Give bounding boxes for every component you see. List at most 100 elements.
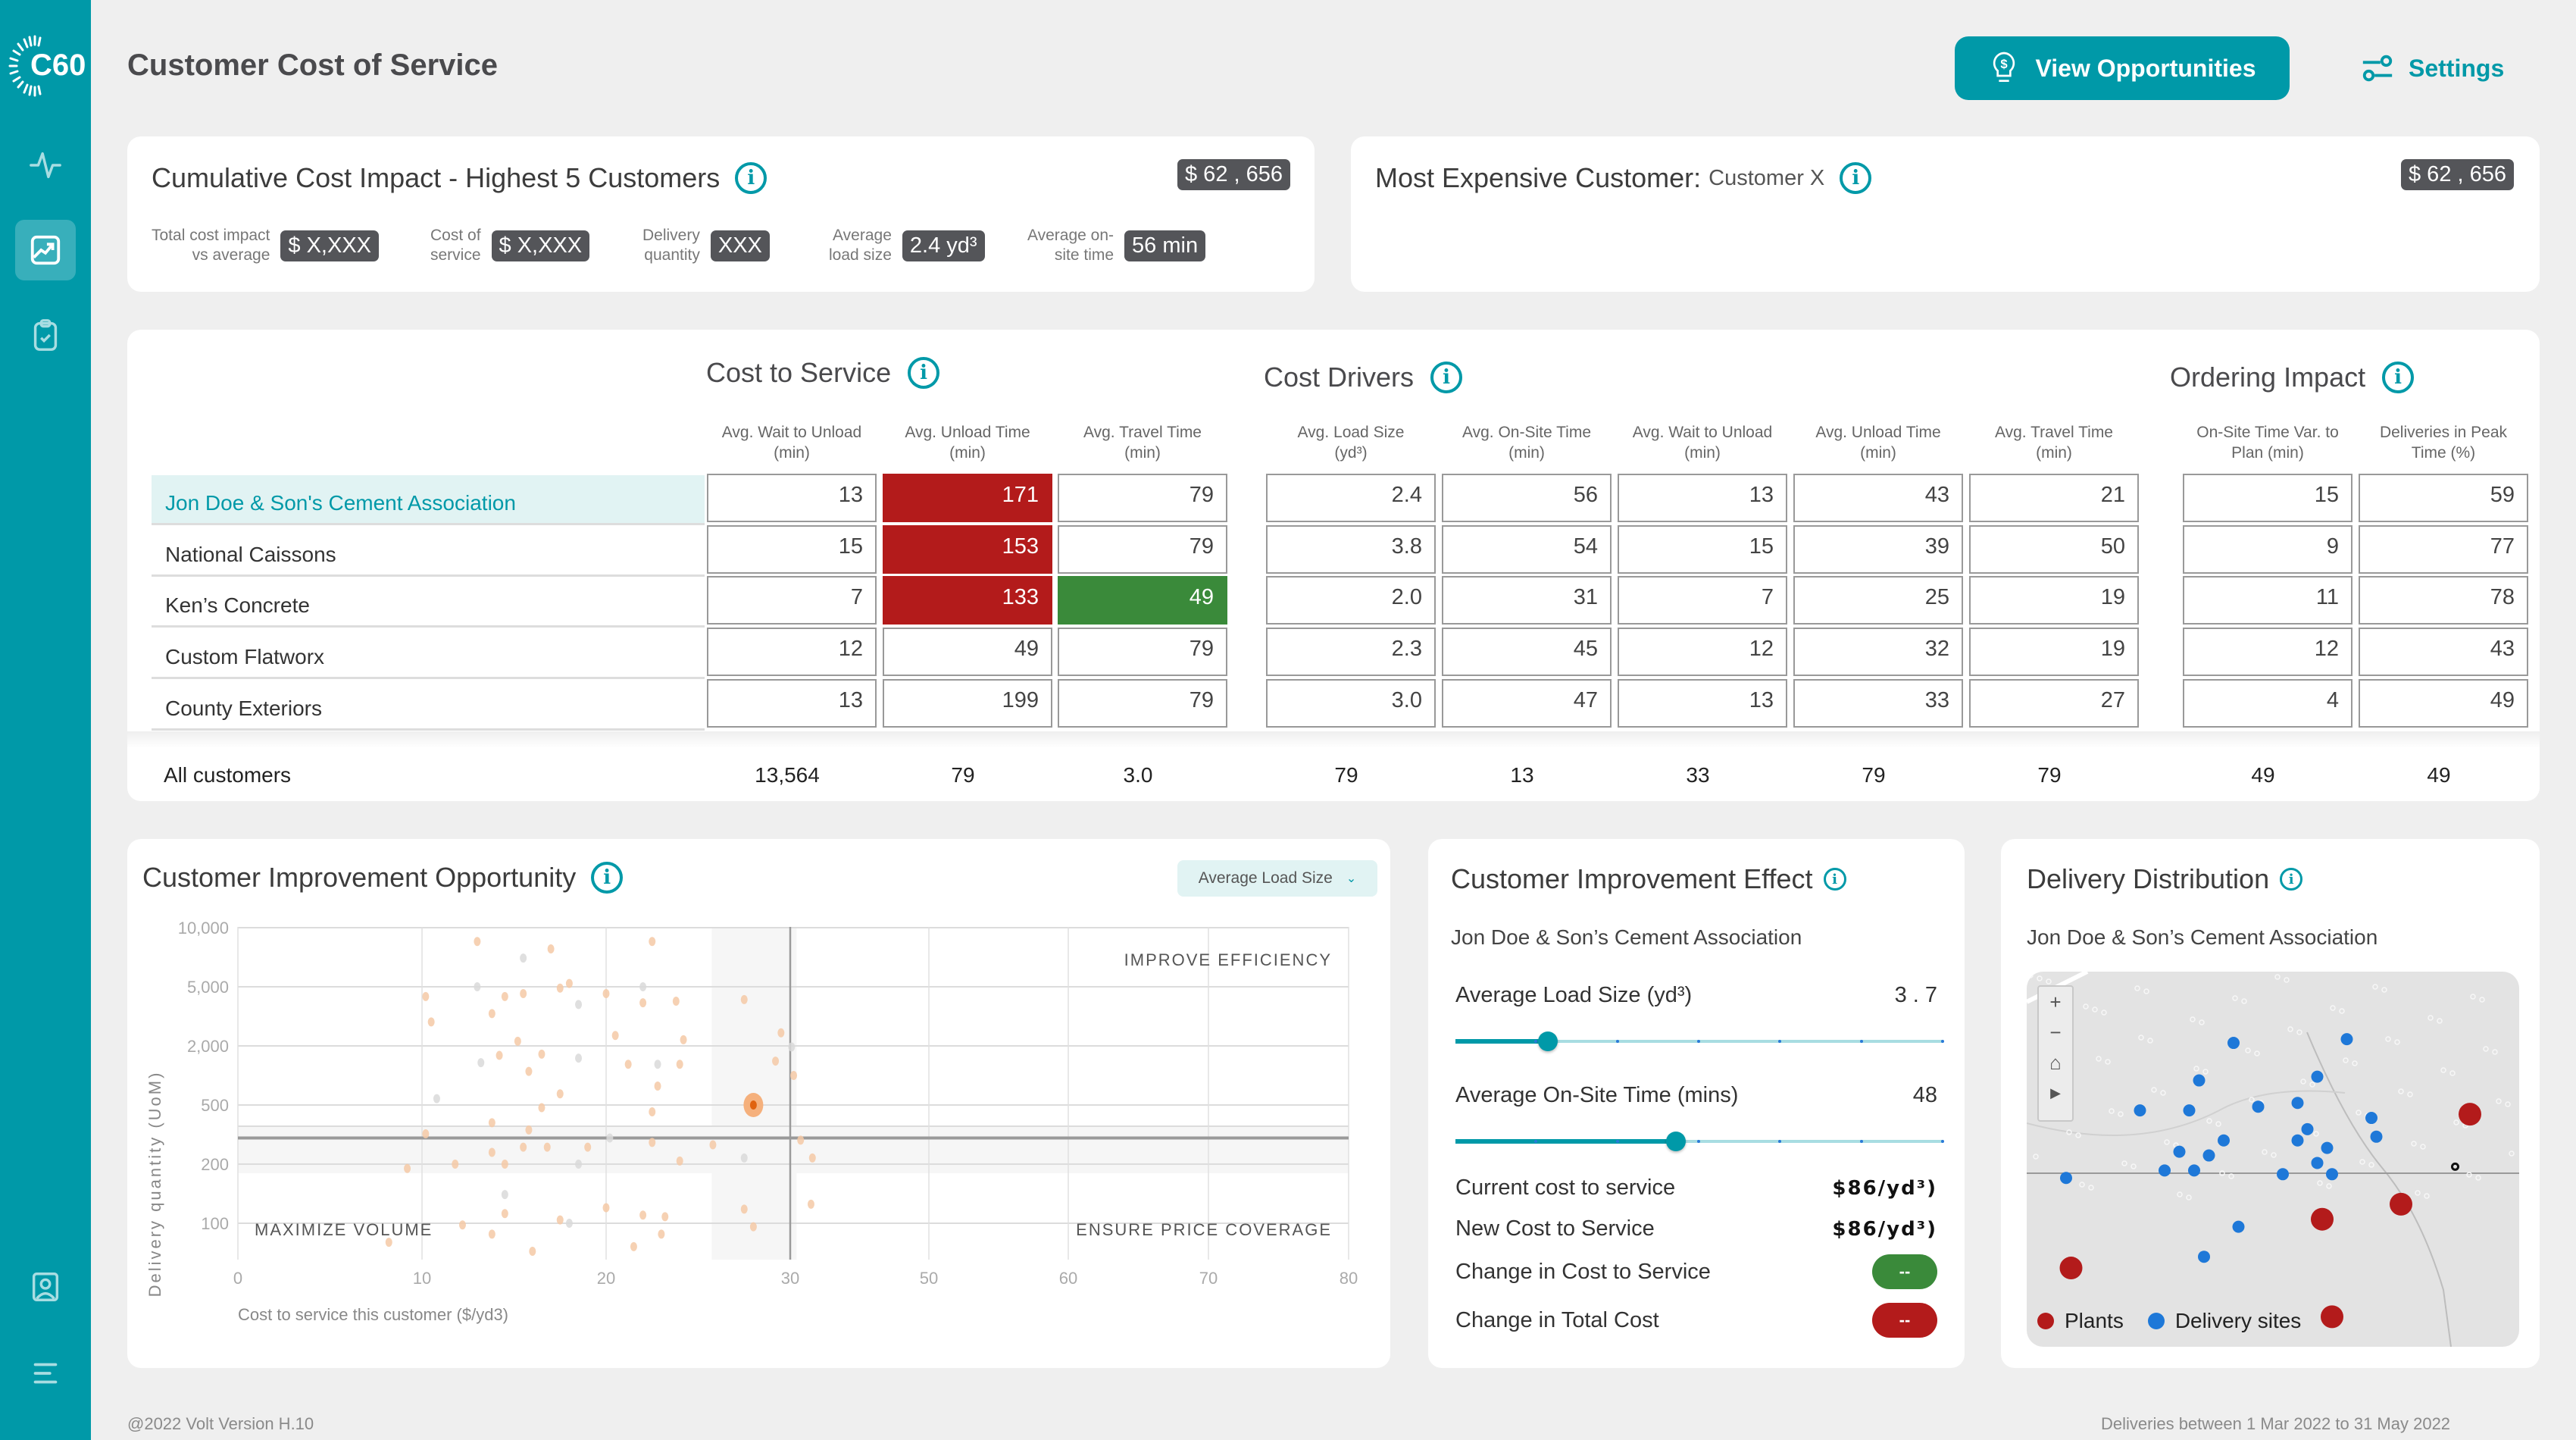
- delivery-site-marker[interactable]: [2311, 1070, 2324, 1083]
- data-point[interactable]: [474, 937, 481, 947]
- customer-name-cell[interactable]: Custom Flatworx: [152, 629, 705, 679]
- slider[interactable]: [1455, 1130, 1944, 1153]
- data-point[interactable]: [676, 1156, 683, 1166]
- delivery-site-marker[interactable]: [2188, 1164, 2200, 1177]
- customer-name-cell[interactable]: County Exteriors: [152, 681, 705, 731]
- data-point[interactable]: [458, 1220, 466, 1230]
- delivery-site-marker[interactable]: [2232, 1220, 2245, 1233]
- data-point[interactable]: [538, 1049, 546, 1059]
- column-header[interactable]: Avg. Wait to Unload (min): [707, 422, 877, 463]
- info-icon[interactable]: i: [735, 162, 767, 194]
- delivery-site-marker[interactable]: [2060, 1172, 2072, 1185]
- data-point[interactable]: [709, 1140, 717, 1150]
- data-point[interactable]: [602, 988, 610, 998]
- info-icon[interactable]: i: [1430, 362, 1463, 393]
- data-point[interactable]: [772, 1057, 780, 1066]
- data-point[interactable]: [520, 988, 527, 998]
- data-point[interactable]: [488, 1147, 496, 1157]
- data-point[interactable]: [520, 1142, 527, 1152]
- delivery-site-marker[interactable]: [2227, 1037, 2240, 1050]
- data-point[interactable]: [520, 953, 527, 963]
- plant-marker[interactable]: [2311, 1207, 2334, 1231]
- data-point[interactable]: [639, 998, 647, 1008]
- data-point[interactable]: [740, 1153, 748, 1163]
- customer-name-cell[interactable]: Jon Doe & Son's Cement Association: [152, 475, 705, 525]
- sidebar-item-profile[interactable]: [15, 1257, 76, 1317]
- data-point[interactable]: [575, 1000, 583, 1010]
- data-point[interactable]: [584, 1142, 592, 1152]
- data-point[interactable]: [661, 1212, 669, 1222]
- data-point[interactable]: [807, 1199, 814, 1209]
- settings-button[interactable]: Settings: [2360, 47, 2504, 89]
- data-point[interactable]: [452, 1160, 459, 1169]
- delivery-site-marker[interactable]: [2159, 1164, 2171, 1177]
- data-point[interactable]: [676, 1060, 683, 1069]
- data-point[interactable]: [611, 1031, 619, 1041]
- data-point[interactable]: [556, 1215, 564, 1225]
- column-header[interactable]: Avg. Travel Time (min): [1058, 422, 1227, 463]
- info-icon[interactable]: i: [1823, 868, 1846, 891]
- data-point[interactable]: [680, 1035, 687, 1044]
- data-point[interactable]: [649, 937, 656, 947]
- customer-name-cell[interactable]: Ken’s Concrete: [152, 578, 705, 628]
- data-point[interactable]: [543, 1142, 551, 1152]
- plant-marker[interactable]: [2390, 1192, 2412, 1216]
- data-point[interactable]: [654, 1060, 661, 1069]
- data-point[interactable]: [740, 994, 748, 1004]
- delivery-site-marker[interactable]: [2291, 1097, 2304, 1110]
- delivery-site-marker[interactable]: [2198, 1251, 2210, 1263]
- delivery-site-marker[interactable]: [2183, 1104, 2196, 1117]
- delivery-site-marker[interactable]: [2193, 1074, 2206, 1087]
- info-icon[interactable]: i: [2280, 868, 2303, 891]
- data-point[interactable]: [575, 1160, 583, 1169]
- delivery-site-marker[interactable]: [2202, 1149, 2215, 1162]
- data-point[interactable]: [477, 1058, 485, 1068]
- column-header[interactable]: Deliveries in Peak Time (%): [2359, 422, 2528, 463]
- data-point[interactable]: [749, 1222, 757, 1232]
- slider[interactable]: [1455, 1030, 1944, 1053]
- data-point[interactable]: [788, 1042, 796, 1052]
- data-point[interactable]: [404, 1163, 411, 1173]
- column-header[interactable]: On-Site Time Var. to Plan (min): [2183, 422, 2352, 463]
- delivery-site-marker[interactable]: [2311, 1157, 2324, 1169]
- delivery-site-marker[interactable]: [2173, 1145, 2186, 1158]
- data-point[interactable]: [529, 1246, 536, 1256]
- zoom-out-button[interactable]: −: [2039, 1017, 2072, 1047]
- home-icon[interactable]: ⌂: [2039, 1047, 2072, 1078]
- delivery-site-marker[interactable]: [2134, 1104, 2146, 1117]
- delivery-site-marker[interactable]: [2340, 1033, 2353, 1046]
- data-point[interactable]: [654, 1081, 661, 1091]
- data-point[interactable]: [639, 1210, 647, 1220]
- data-point[interactable]: [525, 1125, 533, 1135]
- plant-marker[interactable]: [2459, 1103, 2481, 1126]
- data-point[interactable]: [808, 1153, 816, 1163]
- data-point[interactable]: [565, 978, 573, 988]
- delivery-site-marker[interactable]: [2370, 1130, 2383, 1143]
- data-point[interactable]: [547, 944, 555, 953]
- plant-marker[interactable]: [2059, 1257, 2083, 1280]
- data-point[interactable]: [474, 982, 481, 991]
- delivery-site-marker[interactable]: [2218, 1134, 2230, 1147]
- data-point[interactable]: [565, 1219, 573, 1228]
- sidebar-item-tasks[interactable]: [15, 305, 76, 365]
- column-header[interactable]: Avg. Travel Time (min): [1969, 422, 2139, 463]
- data-point[interactable]: [501, 1160, 508, 1169]
- data-point[interactable]: [630, 1241, 637, 1251]
- slider-thumb[interactable]: [1666, 1132, 1687, 1151]
- delivery-map[interactable]: + − ⌂ ▶ Plants Delivery sites: [2027, 972, 2519, 1347]
- c60-logo[interactable]: C60: [6, 32, 86, 100]
- data-point[interactable]: [790, 1071, 798, 1080]
- delivery-site-marker[interactable]: [2291, 1134, 2304, 1147]
- data-point[interactable]: [556, 1089, 564, 1099]
- data-point[interactable]: [538, 1103, 546, 1113]
- column-header[interactable]: Avg. Unload Time (min): [1793, 422, 1963, 463]
- data-point[interactable]: [501, 991, 508, 1001]
- highlighted-point[interactable]: [749, 1100, 757, 1110]
- data-point[interactable]: [797, 1135, 805, 1145]
- data-point[interactable]: [501, 1190, 508, 1200]
- view-opportunities-button[interactable]: $ View Opportunities: [1955, 36, 2290, 100]
- delivery-site-marker[interactable]: [2277, 1168, 2289, 1181]
- column-header[interactable]: Avg. Load Size (yd³): [1266, 422, 1436, 463]
- slider-thumb[interactable]: [1538, 1031, 1558, 1051]
- column-header[interactable]: Avg. Unload Time (min): [883, 422, 1052, 463]
